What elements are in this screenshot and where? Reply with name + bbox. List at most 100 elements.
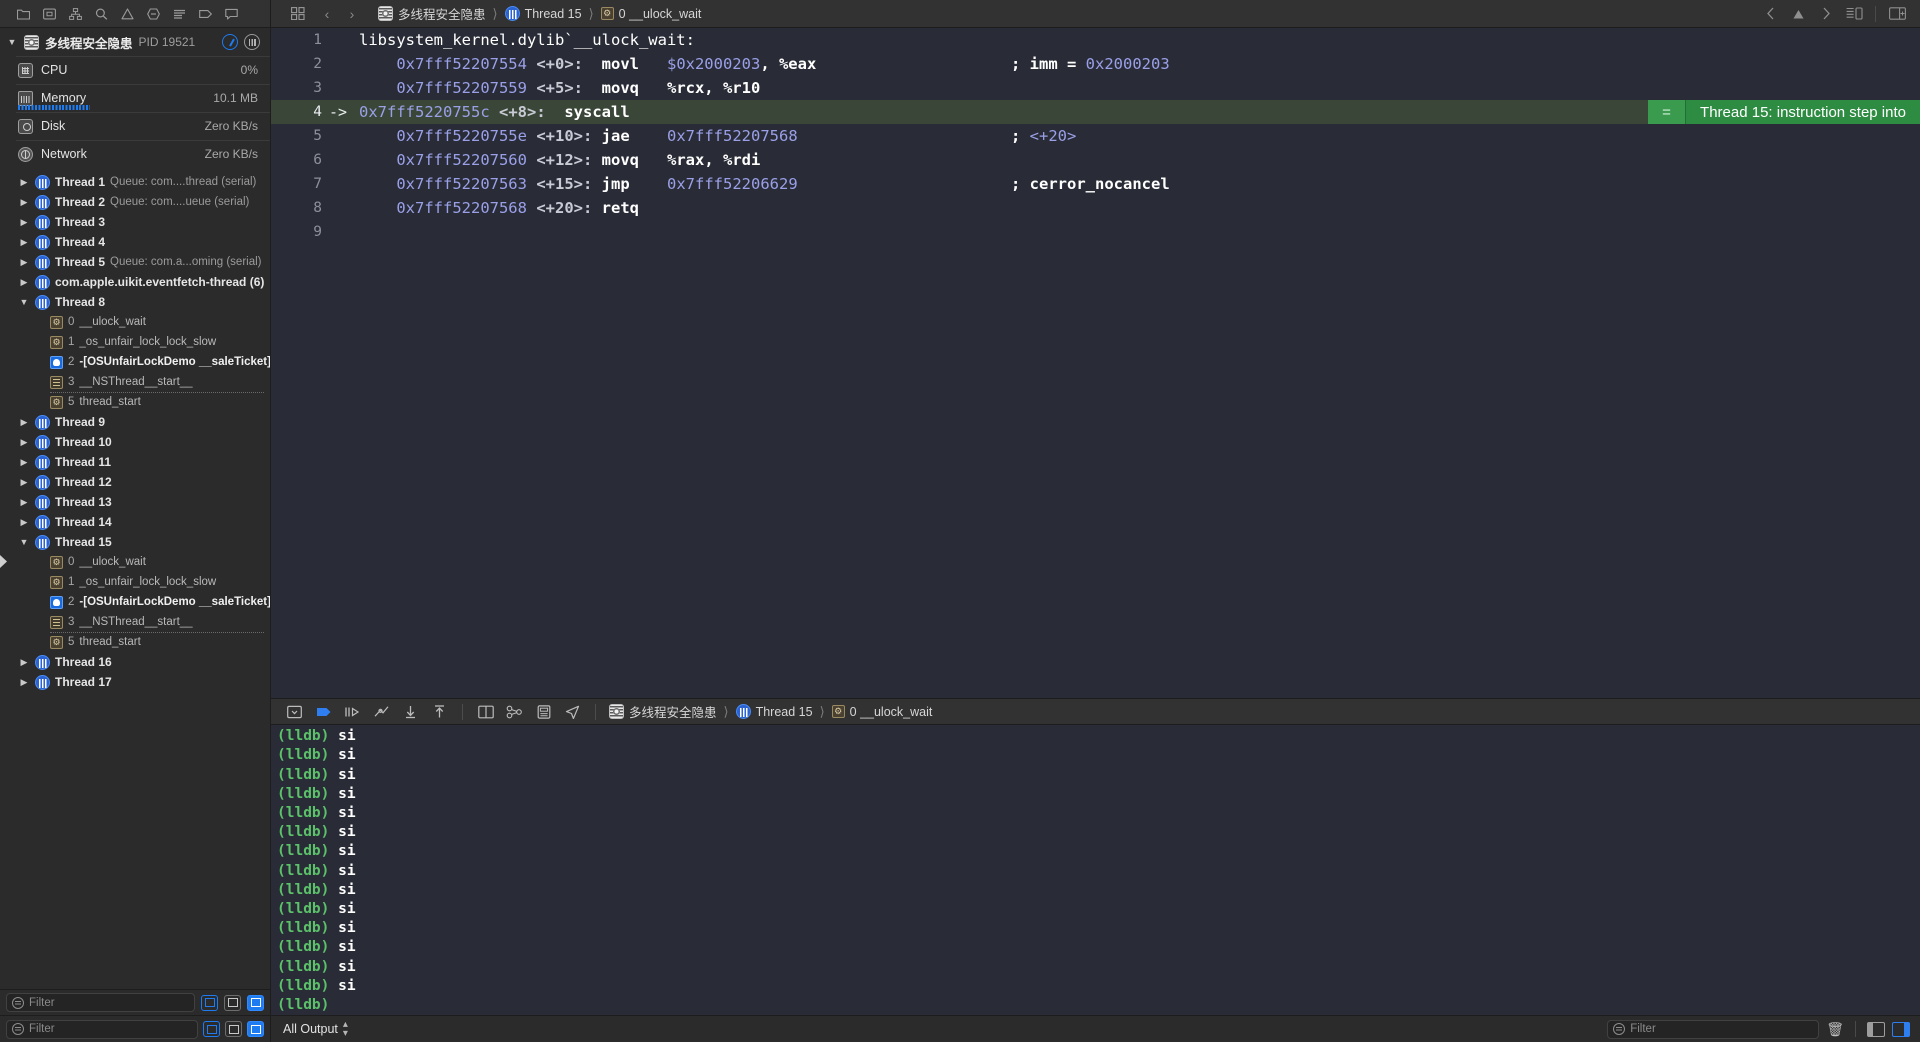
jump-bar-grid-icon[interactable] [285, 3, 311, 25]
step-into-icon[interactable] [368, 701, 395, 723]
code-line[interactable]: 8 0x7fff52207568 <+20>: retq [271, 196, 1920, 220]
thread-disclosure-triangle[interactable] [18, 456, 30, 468]
warning-icon[interactable] [114, 3, 140, 25]
assistant-editor-icon[interactable] [1843, 4, 1865, 24]
thread-disclosure-triangle[interactable] [18, 656, 30, 668]
comment-icon[interactable] [218, 3, 244, 25]
thread-disclosure-triangle[interactable] [18, 436, 30, 448]
code-line[interactable]: 6 0x7fff52207560 <+12>: movq %rax, %rdi [271, 148, 1920, 172]
process-disclosure-triangle[interactable] [6, 36, 18, 48]
thread-row[interactable]: Thread 11 [0, 452, 270, 472]
gauge-view-button[interactable] [222, 34, 238, 50]
back-chevron-icon[interactable] [1759, 4, 1781, 24]
step-out-of-icon[interactable] [426, 701, 453, 723]
thread-row[interactable]: Thread 10 [0, 432, 270, 452]
location-icon[interactable] [559, 701, 586, 723]
thread-row[interactable]: Thread 8 [0, 292, 270, 312]
thread-row[interactable]: Thread 15 [0, 532, 270, 552]
nav-forward-button[interactable]: › [343, 6, 361, 22]
source-control-icon[interactable] [36, 3, 62, 25]
step-over-icon[interactable] [339, 701, 366, 723]
view-hierarchy-icon[interactable] [472, 701, 499, 723]
thread-disclosure-triangle[interactable] [18, 256, 30, 268]
thread-disclosure-triangle[interactable] [18, 176, 30, 188]
environment-overrides-icon[interactable] [530, 701, 557, 723]
code-line[interactable]: 7 0x7fff52207563 <+15>: jmp 0x7fff522066… [271, 172, 1920, 196]
stack-frame-row[interactable]: ⚙ 1 _os_unfair_lock_lock_slow [0, 572, 270, 592]
report-icon[interactable] [166, 3, 192, 25]
console-filter-input[interactable]: Filter [1607, 1019, 1820, 1039]
folder-icon[interactable] [10, 3, 36, 25]
debug-breadcrumb-item-frame[interactable]: ⚙ 0 __ulock_wait [831, 705, 932, 719]
navigator-filter-input[interactable]: Filter [6, 993, 195, 1012]
thread-row[interactable]: Thread 4 [0, 232, 270, 252]
filter-by-frames-button[interactable] [247, 994, 264, 1011]
filter-by-queues-button[interactable] [224, 994, 241, 1011]
stack-frame-row[interactable]: ⚙ 5 thread_start [0, 632, 270, 652]
gauge-row-network[interactable]: Network Zero KB/s [0, 140, 270, 168]
thread-row[interactable]: com.apple.uikit.eventfetch-thread (6) [0, 272, 270, 292]
breakpoint-icon[interactable] [140, 3, 166, 25]
thread-step-banner[interactable]: = Thread 15: instruction step into [1648, 100, 1920, 124]
lldb-console[interactable]: (lldb) si (lldb) si (lldb) si (lldb) si (lld… [271, 725, 1920, 1015]
thread-row[interactable]: Thread 13 [0, 492, 270, 512]
thread-row[interactable]: Thread 14 [0, 512, 270, 532]
thread-disclosure-triangle[interactable] [18, 296, 30, 308]
code-line[interactable]: 2 0x7fff52207554 <+0>: movl $0x2000203, … [271, 52, 1920, 76]
thread-disclosure-triangle[interactable] [18, 216, 30, 228]
gauge-row-disk[interactable]: Disk Zero KB/s [0, 112, 270, 140]
thread-view-button[interactable] [244, 34, 260, 50]
forward-chevron-icon[interactable] [1815, 4, 1837, 24]
clear-console-icon[interactable]: 🗑 [1826, 1021, 1844, 1038]
show-locals-button[interactable] [247, 1021, 264, 1037]
thread-list[interactable]: Thread 1Queue: com....thread (serial)Thr… [0, 168, 270, 989]
debug-breadcrumb-item-thread[interactable]: Thread 15 [735, 704, 813, 719]
show-variables-pane-button[interactable] [1867, 1021, 1885, 1037]
stack-frame-row[interactable]: 3 __NSThread__start__ [0, 372, 270, 393]
stack-frame-row[interactable]: ⚙ 0 __ulock_wait [0, 312, 270, 332]
assembly-editor[interactable]: 1 libsystem_kernel.dylib`__ulock_wait: 2 0… [271, 28, 1920, 698]
stack-frame-row[interactable]: 2 -[OSUnfairLockDemo __saleTicket] [0, 352, 270, 372]
nav-back-button[interactable]: ‹ [318, 6, 336, 22]
code-line[interactable]: 5 0x7fff5220755e <+10>: jae 0x7fff522075… [271, 124, 1920, 148]
gauge-row-cpu[interactable]: CPU 0% [0, 56, 270, 84]
stack-frame-row[interactable]: 3 __NSThread__start__ [0, 612, 270, 633]
thread-row[interactable]: Thread 5 Queue: com.a...oming (serial) [0, 252, 270, 272]
variables-filter-input[interactable]: Filter [6, 1019, 198, 1039]
thread-disclosure-triangle[interactable] [18, 536, 30, 548]
stack-frame-row[interactable]: 2 -[OSUnfairLockDemo __saleTicket] [0, 592, 270, 612]
code-line[interactable]: 9 [271, 220, 1920, 244]
thread-row[interactable]: Thread 9 [0, 412, 270, 432]
thread-disclosure-triangle[interactable] [18, 496, 30, 508]
process-header-row[interactable]: 多线程安全隐患 PID 19521 [0, 28, 270, 56]
thread-disclosure-triangle[interactable] [18, 276, 30, 288]
debug-breadcrumb-item-app[interactable]: 多线程安全隐患 [609, 702, 717, 721]
stack-frame-row[interactable]: ⚙ 1 _os_unfair_lock_lock_slow [0, 332, 270, 352]
thread-disclosure-triangle[interactable] [18, 516, 30, 528]
show-registers-button[interactable] [225, 1021, 242, 1037]
code-line[interactable]: 1 libsystem_kernel.dylib`__ulock_wait: [271, 28, 1920, 52]
memory-graph-icon[interactable] [501, 701, 528, 723]
step-out-icon[interactable] [397, 701, 424, 723]
breadcrumb-item-app[interactable]: 多线程安全隐患 [378, 4, 486, 23]
thread-row[interactable]: Thread 1 Queue: com....thread (serial) [0, 172, 270, 192]
show-globals-button[interactable] [203, 1021, 220, 1037]
search-icon[interactable] [88, 3, 114, 25]
show-console-pane-button[interactable] [1892, 1021, 1910, 1037]
stack-frame-row[interactable]: ⚙ 5 thread_start [0, 392, 270, 412]
thread-row[interactable]: Thread 16 [0, 652, 270, 672]
thread-row[interactable]: Thread 17 [0, 672, 270, 692]
thread-disclosure-triangle[interactable] [18, 476, 30, 488]
breadcrumb-item-frame[interactable]: ⚙ 0 __ulock_wait [600, 7, 701, 21]
continue-icon[interactable] [310, 701, 337, 723]
thread-row[interactable]: Thread 12 [0, 472, 270, 492]
thread-row[interactable]: Thread 2 Queue: com....ueue (serial) [0, 192, 270, 212]
hierarchy-icon[interactable] [62, 3, 88, 25]
tag-icon[interactable] [192, 3, 218, 25]
warning-triangle-icon[interactable] [1787, 4, 1809, 24]
code-line[interactable]: 3 0x7fff52207559 <+5>: movq %rcx, %r10 [271, 76, 1920, 100]
code-line-current[interactable]: 4 -> 0x7fff5220755c <+8>: syscall = Thread 1… [271, 100, 1920, 124]
thread-disclosure-triangle[interactable] [18, 416, 30, 428]
stack-frame-row[interactable]: ⚙ 0 __ulock_wait [0, 552, 270, 572]
thread-disclosure-triangle[interactable] [18, 196, 30, 208]
